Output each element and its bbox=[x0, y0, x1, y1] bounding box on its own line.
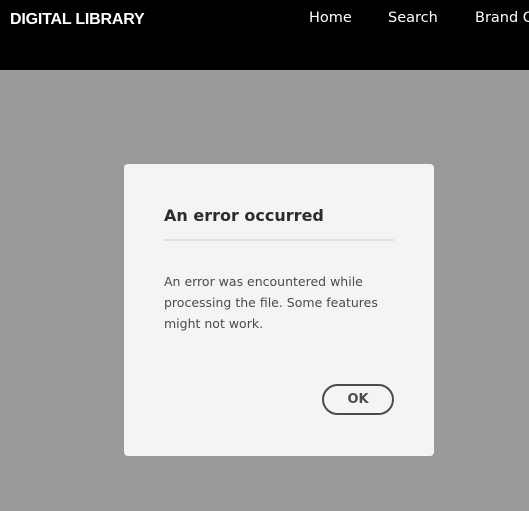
ok-button[interactable]: OK bbox=[322, 384, 394, 415]
error-dialog: An error occurred An error was encounter… bbox=[124, 164, 434, 456]
top-navigation-bar: DIGITAL LIBRARY Home Search Brand G bbox=[0, 0, 529, 70]
site-logo[interactable]: DIGITAL LIBRARY bbox=[10, 11, 145, 29]
dialog-divider bbox=[164, 239, 394, 241]
dialog-message: An error was encountered while processin… bbox=[164, 274, 378, 331]
nav-home-link[interactable]: Home bbox=[309, 10, 352, 26]
nav-brand-guidelines-link[interactable]: Brand G bbox=[475, 10, 529, 26]
dialog-title: An error occurred bbox=[164, 206, 324, 225]
nav-search-link[interactable]: Search bbox=[388, 10, 438, 26]
